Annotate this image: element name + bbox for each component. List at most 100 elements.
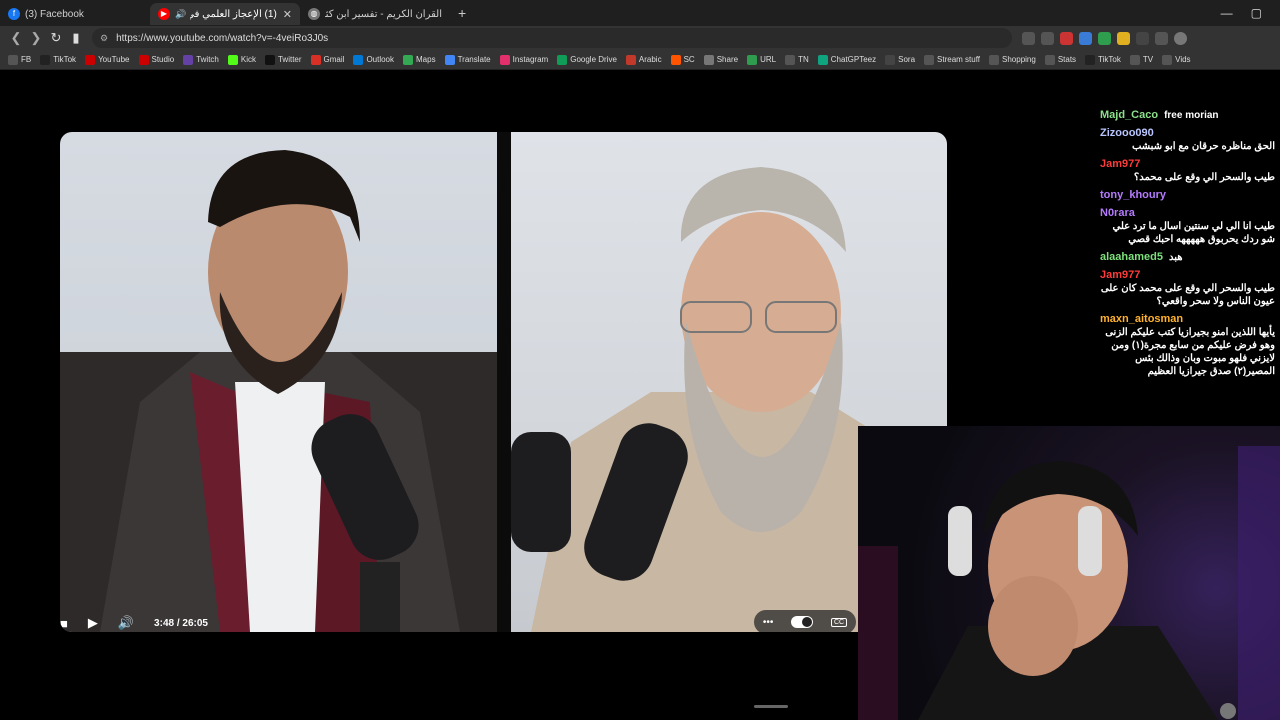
volume-icon[interactable]: 🔊 bbox=[118, 615, 134, 631]
stream-chat: Majd_Caco free morian Zizooo090 الحق مناظره… bbox=[1100, 109, 1275, 429]
bookmark-item[interactable]: Studio bbox=[138, 54, 174, 65]
page-scrollbar[interactable] bbox=[754, 705, 788, 708]
chat-username[interactable]: Zizooo090 bbox=[1100, 127, 1154, 139]
bookmark-icon bbox=[785, 54, 796, 65]
bookmark-item[interactable]: URL bbox=[747, 54, 777, 65]
bookmark-item[interactable]: Share bbox=[703, 54, 739, 65]
autoplay-toggle[interactable] bbox=[791, 616, 814, 628]
bookmark-icon bbox=[138, 54, 149, 65]
back-icon[interactable]: ❮ bbox=[6, 30, 26, 46]
new-tab-button[interactable]: + bbox=[458, 5, 466, 21]
audio-icon[interactable]: 🔊 bbox=[175, 9, 186, 20]
chat-message: Jam977 طيب والسحر الي وقع على محمد؟ bbox=[1100, 158, 1275, 184]
bookmark-item[interactable]: Instagram bbox=[499, 54, 548, 65]
bookmark-item[interactable]: Google Drive bbox=[557, 54, 617, 65]
bookmark-item[interactable]: Kick bbox=[227, 54, 256, 65]
bookmark-item[interactable]: TikTok bbox=[1085, 54, 1121, 65]
player-controls: ■ ▶ 🔊 3:48 / 26:05 bbox=[60, 613, 860, 632]
extension-icon[interactable] bbox=[1060, 31, 1073, 45]
bookmark-label: ChatGPTeez bbox=[830, 55, 877, 64]
bookmark-item[interactable]: Outlook bbox=[353, 54, 394, 65]
bookmark-item[interactable]: TV bbox=[1129, 54, 1153, 65]
chat-username[interactable]: N0rara bbox=[1100, 207, 1135, 219]
bookmark-item[interactable]: Twitter bbox=[264, 54, 302, 65]
bookmark-label: TikTok bbox=[1098, 55, 1121, 64]
bookmark-item[interactable]: Gmail bbox=[310, 54, 344, 65]
extension-icon[interactable] bbox=[1022, 31, 1035, 45]
bookmark-item[interactable]: Stats bbox=[1044, 54, 1077, 65]
chat-message: maxn_aitosman يأيها اللذين امنو بجيرازيا … bbox=[1100, 313, 1275, 378]
bookmark-item[interactable]: TikTok bbox=[40, 54, 76, 65]
url-field[interactable]: ⚙ https://www.youtube.com/watch?v=-4veiR… bbox=[92, 28, 1012, 48]
extension-icon[interactable] bbox=[1155, 31, 1168, 45]
captions-button[interactable]: CC bbox=[830, 617, 848, 627]
bookmark-label: Vids bbox=[1175, 55, 1191, 64]
bookmark-item[interactable]: Translate bbox=[444, 54, 491, 65]
extension-icon[interactable] bbox=[1117, 31, 1130, 45]
maximize-icon[interactable]: ▢ bbox=[1251, 6, 1262, 20]
extension-icon[interactable] bbox=[1079, 31, 1092, 45]
bookmark-item[interactable]: SC bbox=[670, 54, 695, 65]
window-controls: — ▢ bbox=[1221, 6, 1280, 20]
bookmark-label: YouTube bbox=[98, 55, 130, 64]
chat-username[interactable]: maxn_aitosman bbox=[1100, 313, 1183, 325]
chat-text: الحق مناظره حرقان مع ابو شبشب bbox=[1131, 141, 1275, 152]
more-options-icon[interactable]: ••• bbox=[763, 617, 774, 628]
bookmark-label: Share bbox=[716, 55, 739, 64]
chat-message: alaahamed5 هبد bbox=[1100, 251, 1275, 264]
bookmark-item[interactable]: Maps bbox=[403, 54, 436, 65]
bookmark-icon bbox=[40, 54, 51, 65]
bookmark-item[interactable]: Shopping bbox=[989, 54, 1036, 65]
extension-icon[interactable] bbox=[1098, 31, 1111, 45]
chat-username[interactable]: Jam977 bbox=[1100, 158, 1140, 170]
bookmark-icon bbox=[817, 54, 828, 65]
bookmark-item[interactable]: YouTube bbox=[85, 54, 130, 65]
play-icon[interactable]: ▶ bbox=[88, 615, 98, 631]
man-with-scarf-image bbox=[60, 150, 497, 632]
tab-title: القرآن الكريم - تفسير ابن كثير - تفسير bbox=[325, 8, 442, 20]
forward-icon[interactable]: ❯ bbox=[26, 30, 46, 46]
bookmark-icon bbox=[444, 54, 455, 65]
chat-username[interactable]: Majd_Caco bbox=[1100, 109, 1158, 121]
bookmark-item[interactable]: TN bbox=[785, 54, 809, 65]
streamer-webcam-image bbox=[858, 446, 1280, 720]
bookmark-label: Maps bbox=[416, 55, 436, 64]
stop-icon[interactable]: ■ bbox=[60, 616, 68, 631]
chat-text: طيب والسحر الي وقع على محمد؟ bbox=[1133, 172, 1275, 183]
bookmark-item[interactable]: Twitch bbox=[183, 54, 219, 65]
facebook-icon: f bbox=[8, 8, 20, 20]
extensions-area bbox=[1022, 31, 1187, 45]
tab-youtube[interactable]: ▶ 🔊 (1) الإعجاز العلمي في القرآن - د. ✕ bbox=[150, 3, 300, 25]
bookmark-item[interactable]: ChatGPTeez bbox=[817, 54, 877, 65]
video-player[interactable]: ■ ▶ 🔊 3:48 / 26:05 ••• CC bbox=[60, 132, 947, 632]
site-info-icon[interactable]: ⚙ bbox=[100, 33, 108, 44]
chat-text: free morian bbox=[1164, 110, 1219, 121]
reload-icon[interactable]: ↻ bbox=[46, 30, 66, 46]
tab-tafsir[interactable]: ◍ القرآن الكريم - تفسير ابن كثير - تفسير bbox=[300, 3, 450, 25]
bookmark-icon bbox=[1162, 54, 1173, 65]
chat-text: طيب والسحر الي وقع على محمد كان على عيون… bbox=[1100, 283, 1275, 307]
bookmark-label: URL bbox=[760, 55, 777, 64]
tab-facebook[interactable]: f (3) Facebook bbox=[0, 3, 150, 25]
chat-username[interactable]: tony_khoury bbox=[1100, 189, 1166, 201]
bookmark-icon bbox=[85, 54, 96, 65]
bookmark-item[interactable]: Arabic bbox=[625, 54, 662, 65]
profile-icon[interactable] bbox=[1174, 31, 1187, 45]
bookmark-item[interactable]: Sora bbox=[885, 54, 915, 65]
extension-icon[interactable] bbox=[1136, 31, 1149, 45]
chat-message: N0rara طيب انا الي لي سنتين اسال ما ترد ع… bbox=[1100, 207, 1275, 246]
bookmark-item[interactable]: Vids bbox=[1162, 54, 1191, 65]
bookmark-item[interactable]: Stream stuff bbox=[924, 54, 980, 65]
close-tab-icon[interactable]: ✕ bbox=[283, 8, 292, 21]
bookmark-label: Stats bbox=[1057, 55, 1077, 64]
chat-username[interactable]: Jam977 bbox=[1100, 269, 1140, 281]
bookmark-icon bbox=[625, 54, 636, 65]
bookmark-star-icon[interactable]: ▮ bbox=[66, 30, 86, 46]
browser-tab-bar: f (3) Facebook ▶ 🔊 (1) الإعجاز العلمي في… bbox=[0, 0, 1280, 26]
bookmark-label: FB bbox=[21, 55, 32, 64]
bookmark-item[interactable]: FB bbox=[8, 54, 32, 65]
chat-username[interactable]: alaahamed5 bbox=[1100, 251, 1163, 263]
extension-icon[interactable] bbox=[1041, 31, 1054, 45]
globe-icon: ◍ bbox=[308, 8, 320, 20]
minimize-icon[interactable]: — bbox=[1221, 6, 1233, 20]
